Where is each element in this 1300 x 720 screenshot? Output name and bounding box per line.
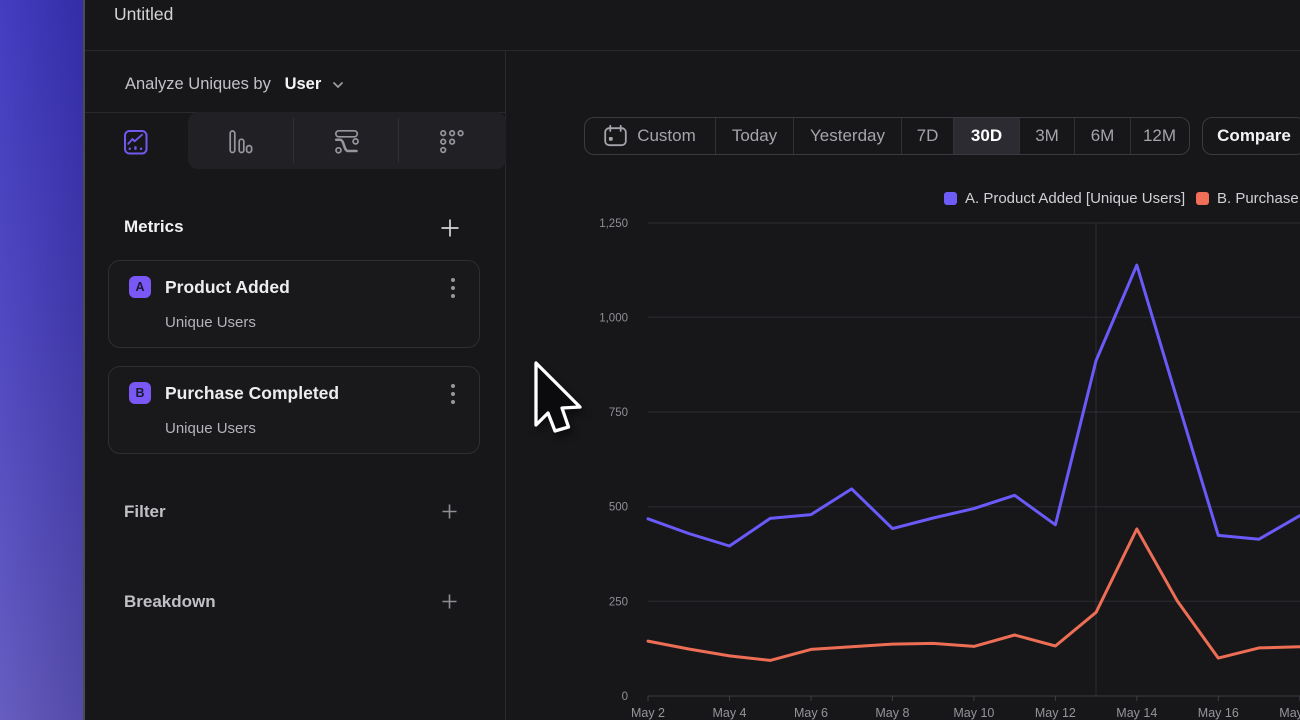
svg-text:750: 750 [609, 407, 628, 419]
svg-text:May 8: May 8 [875, 706, 909, 720]
svg-text:500: 500 [609, 502, 628, 514]
svg-text:250: 250 [609, 596, 628, 608]
svg-text:1,250: 1,250 [599, 218, 628, 230]
svg-text:May 2: May 2 [631, 706, 665, 720]
svg-text:1,000: 1,000 [599, 312, 628, 324]
svg-text:0: 0 [622, 691, 628, 703]
svg-text:May 12: May 12 [1035, 706, 1076, 720]
svg-text:May 6: May 6 [794, 706, 828, 720]
svg-text:May 14: May 14 [1116, 706, 1157, 720]
svg-text:May 18: May 18 [1279, 706, 1300, 720]
svg-text:May 10: May 10 [953, 706, 994, 720]
svg-text:May 4: May 4 [712, 706, 746, 720]
svg-text:May 16: May 16 [1198, 706, 1239, 720]
